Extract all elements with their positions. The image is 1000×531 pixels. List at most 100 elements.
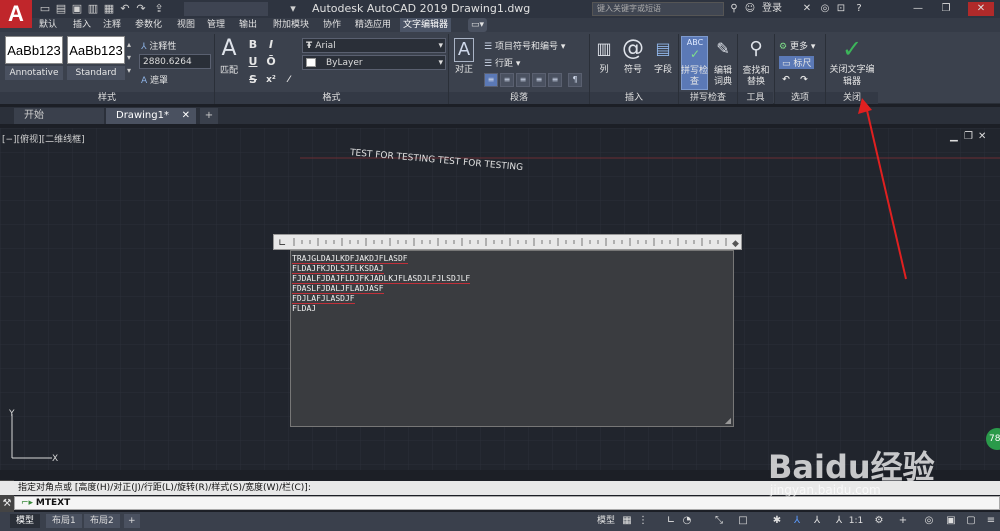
gear-icon[interactable]: ⚙	[872, 514, 886, 528]
layout-tab-1[interactable]: 布局1	[46, 514, 82, 528]
wrench-icon[interactable]: ⚒	[3, 498, 12, 509]
edit-dictionary-label[interactable]: 编辑词典	[711, 66, 735, 88]
scale-dropdown[interactable]: 1:1	[846, 514, 866, 528]
workspace-dropdown[interactable]	[184, 2, 268, 16]
font-dropdown[interactable]: Ŧ Arial ▾	[302, 38, 446, 53]
tab-annotate[interactable]: 注释	[100, 18, 124, 32]
osnap-icon[interactable]: □	[736, 514, 750, 528]
isodraft-icon[interactable]: ⤡	[712, 514, 726, 528]
dictionary-icon[interactable]: ✎	[711, 36, 735, 62]
italic-button[interactable]: I	[264, 38, 278, 52]
text-line[interactable]: FDJLAFJLASDJF	[291, 294, 355, 304]
undo-icon[interactable]: ↶	[779, 73, 793, 87]
isolate-icon[interactable]: ◎	[922, 514, 936, 528]
find-replace-label[interactable]: 查找和替换	[739, 66, 773, 88]
mtext-editor[interactable]: TRAJGLDAJLKDFJAKDJFLASDF FLDAJFKJDLSJFLK…	[290, 250, 734, 427]
style-annotative-label[interactable]: Annotative	[5, 66, 63, 80]
tab-output[interactable]: 输出	[236, 18, 260, 32]
model-space-toggle[interactable]: 模型	[596, 514, 616, 528]
viewport-restore-icon[interactable]: ❐	[964, 131, 973, 142]
columns-icon[interactable]: ▥	[594, 36, 614, 62]
style-standard-preview[interactable]: AaBb123	[67, 36, 125, 64]
snap-icon[interactable]: ⋮	[636, 514, 650, 528]
undo-icon[interactable]: ↶	[118, 2, 132, 16]
layout-tab-2[interactable]: 布局2	[84, 514, 120, 528]
minimize-button[interactable]: —	[908, 2, 928, 16]
justify-button[interactable]: ≡	[532, 73, 546, 87]
bullets-button[interactable]: ☰ 项目符号和编号 ▾	[484, 39, 565, 52]
bold-button[interactable]: B	[246, 38, 260, 52]
more-button[interactable]: ⚙ 更多 ▾	[779, 39, 815, 52]
search-input[interactable]: 键入关键字或短语	[592, 2, 724, 16]
text-height-field[interactable]: 2880.6264	[139, 54, 211, 69]
style-standard-label[interactable]: Standard	[67, 66, 125, 80]
viewport-controls[interactable]: [−][俯视][二维线框]	[2, 132, 85, 145]
viewport-close-icon[interactable]: ✕	[978, 131, 986, 142]
text-line[interactable]: FJDALFJDAJFLDJFKJADLKJFLASDJLFJLSDJLF	[291, 274, 471, 284]
annotation-icon[interactable]: ⅄	[832, 514, 846, 528]
ortho-icon[interactable]: ∟	[664, 514, 678, 528]
text-line[interactable]: FLDAJ	[291, 304, 316, 314]
share-icon[interactable]: ⇪	[152, 2, 166, 16]
new-file-icon[interactable]: ▭	[38, 2, 52, 16]
mask-button[interactable]: A 遮罩	[141, 73, 168, 86]
add-layout-button[interactable]: +	[124, 514, 140, 528]
auto-scale-icon[interactable]: ⅄	[810, 514, 824, 528]
text-ruler[interactable]: ∟ ◆	[273, 234, 742, 250]
style-annotative-preview[interactable]: AaBb123	[5, 36, 63, 64]
tab-collaborate[interactable]: 协作	[320, 18, 344, 32]
close-window-button[interactable]: ✕	[968, 2, 994, 16]
annotation-scale-icon[interactable]: ⅄	[790, 514, 804, 528]
app-menu-button[interactable]: A	[0, 0, 32, 28]
redo-icon[interactable]: ↷	[134, 2, 148, 16]
field-label[interactable]: 字段	[650, 65, 676, 76]
align-center-button[interactable]: ≡	[500, 73, 514, 87]
tab-drawing1[interactable]: Drawing1* ✕	[106, 108, 196, 124]
plus-icon[interactable]: +	[896, 514, 910, 528]
help-icon[interactable]: ?	[852, 2, 866, 16]
grid-icon[interactable]: ▦	[620, 514, 634, 528]
maximize-button[interactable]: ❐	[936, 2, 956, 16]
text-line[interactable]: FDASLFJDALJFLADJASF	[291, 284, 384, 294]
style-scroll-icon[interactable]: ▴ ▾ ▾	[127, 38, 135, 78]
line-spacing-button[interactable]: ☰ 行距 ▾	[484, 56, 520, 69]
tab-text-editor[interactable]: 文字编辑器	[400, 18, 452, 32]
signin-button[interactable]: 登录	[758, 2, 786, 16]
close-icon[interactable]: ✕	[182, 108, 190, 124]
text-line[interactable]: TRAJGLDAJLKDFJAKDJFLASDF	[291, 254, 408, 264]
clean-screen-icon[interactable]: ▢	[964, 514, 978, 528]
hardware-icon[interactable]: ▣	[944, 514, 958, 528]
strikethrough-button[interactable]: S	[246, 73, 260, 87]
tab-parametric[interactable]: 参数化	[132, 18, 165, 32]
case-icon[interactable]: x²	[264, 73, 278, 87]
qat-chevron-icon[interactable]: ▾	[286, 2, 300, 16]
oblique-icon[interactable]: ⁄	[282, 73, 296, 87]
annotation-visibility-icon[interactable]: ✱	[770, 514, 784, 528]
tab-featured-apps[interactable]: 精选应用	[352, 18, 394, 32]
save-as-icon[interactable]: ▥	[86, 2, 100, 16]
open-folder-icon[interactable]: ▤	[54, 2, 68, 16]
binoculars-icon[interactable]: ⚲	[727, 2, 741, 16]
justify-label[interactable]: 对正	[452, 65, 476, 76]
save-icon[interactable]: ▣	[70, 2, 84, 16]
columns-label[interactable]: 列	[594, 65, 614, 76]
text-line[interactable]: FLDAJFKJDLSJFLKSDAJ	[291, 264, 384, 274]
checkmark-icon[interactable]: ✓	[838, 36, 866, 62]
ruler-toggle[interactable]: ▭ 标尺	[779, 56, 815, 69]
resize-handle-icon[interactable]: ◢	[725, 416, 731, 425]
a360-icon[interactable]: ◎	[818, 2, 832, 16]
customize-icon[interactable]: ≡	[984, 514, 998, 528]
command-input[interactable]: ⌐▸ MTEXT	[14, 496, 1000, 510]
match-properties-icon[interactable]: A	[216, 36, 242, 62]
distribute-button[interactable]: ≡	[548, 73, 562, 87]
find-replace-icon[interactable]: ⚲	[741, 36, 771, 62]
justify-icon[interactable]: A	[454, 38, 474, 62]
tab-default[interactable]: 默认	[36, 18, 60, 32]
exchange-icon[interactable]: ✕	[800, 2, 814, 16]
print-icon[interactable]: ▦	[102, 2, 116, 16]
viewport-minimize-icon[interactable]: ▁	[950, 131, 958, 142]
symbol-icon[interactable]: @	[620, 36, 646, 62]
redo-icon[interactable]: ↷	[797, 73, 811, 87]
tab-insert[interactable]: 插入	[70, 18, 94, 32]
symbol-label[interactable]: 符号	[620, 65, 646, 76]
